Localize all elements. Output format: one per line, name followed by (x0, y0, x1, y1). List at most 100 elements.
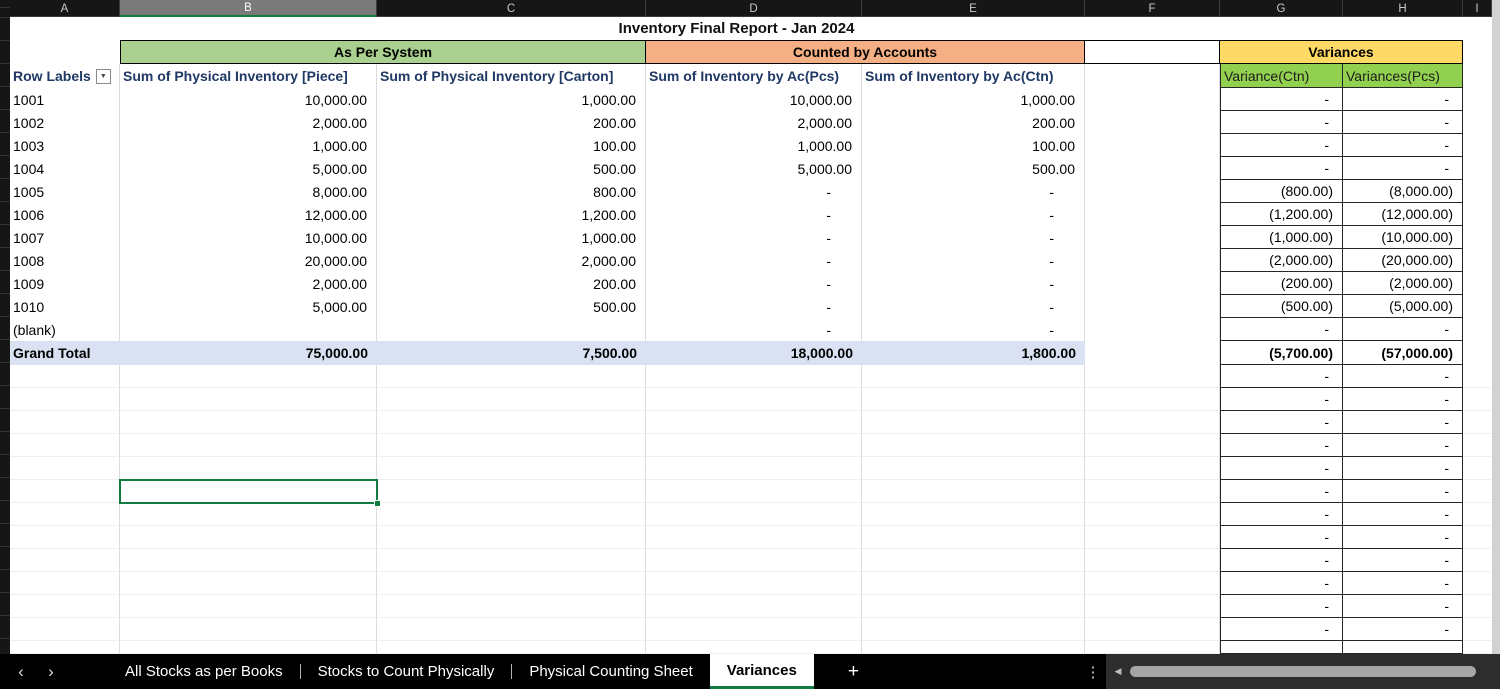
empty-cell[interactable] (1085, 618, 1220, 641)
selected-cell[interactable] (119, 479, 381, 507)
sys-cartons-cell[interactable]: 1,200.00 (377, 203, 646, 226)
acc-pcs-cell[interactable]: - (646, 180, 862, 203)
acc-pcs-cell[interactable]: - (646, 295, 862, 318)
variance-pcs-cell[interactable]: - (1343, 595, 1463, 618)
variance-pcs-cell[interactable]: - (1343, 572, 1463, 595)
empty-cell[interactable] (377, 618, 646, 641)
empty-cell[interactable] (1085, 411, 1220, 434)
variance-ctn-cell[interactable]: - (1220, 157, 1343, 180)
empty-cell[interactable] (1085, 526, 1220, 549)
empty-cell[interactable] (10, 388, 120, 411)
empty-cell[interactable] (10, 641, 120, 654)
empty-cell[interactable] (1085, 272, 1220, 295)
empty-cell[interactable] (1463, 641, 1492, 654)
empty-cell[interactable] (1085, 641, 1220, 654)
empty-cell[interactable] (120, 388, 377, 411)
variance-ctn-cell[interactable]: - (1220, 88, 1343, 111)
variance-ctn-cell[interactable]: - (1220, 318, 1343, 341)
empty-cell[interactable] (377, 503, 646, 526)
empty-cell[interactable] (1463, 295, 1492, 318)
empty-cell[interactable] (10, 549, 120, 572)
empty-cell[interactable] (862, 434, 1085, 457)
variance-pcs-cell[interactable]: - (1343, 157, 1463, 180)
empty-cell[interactable] (862, 572, 1085, 595)
acc-ctn-cell[interactable]: 100.00 (862, 134, 1085, 157)
empty-cell[interactable] (646, 365, 862, 388)
row-label-cell[interactable]: 1010 (10, 295, 120, 318)
empty-cell[interactable] (862, 549, 1085, 572)
empty-cell[interactable] (1463, 40, 1492, 64)
acc-ctn-cell[interactable]: - (862, 180, 1085, 203)
acc-ctn-cell[interactable]: - (862, 272, 1085, 295)
empty-cell[interactable] (120, 595, 377, 618)
empty-cell[interactable] (1085, 595, 1220, 618)
column-header-g[interactable]: G (1220, 0, 1343, 17)
sys-pieces-cell[interactable]: 10,000.00 (120, 88, 377, 111)
empty-cell[interactable] (1463, 480, 1492, 503)
row-label-cell[interactable]: (blank) (10, 318, 120, 341)
variance-pcs-cell[interactable]: - (1343, 480, 1463, 503)
variance-ctn-cell[interactable]: - (1220, 388, 1343, 411)
variance-pcs-cell[interactable]: - (1343, 549, 1463, 572)
header-sys-cartons[interactable]: Sum of Physical Inventory [Carton] (377, 64, 646, 88)
grand-total-sys-cartons[interactable]: 7,500.00 (377, 341, 646, 365)
row-label-cell[interactable]: 1003 (10, 134, 120, 157)
acc-pcs-cell[interactable]: 1,000.00 (646, 134, 862, 157)
empty-cell[interactable] (646, 549, 862, 572)
empty-cell[interactable] (1463, 549, 1492, 572)
sys-cartons-cell[interactable]: 2,000.00 (377, 249, 646, 272)
empty-cell[interactable] (646, 411, 862, 434)
variance-pcs-cell[interactable]: - (1343, 526, 1463, 549)
empty-cell[interactable] (1085, 226, 1220, 249)
variance-pcs-cell[interactable]: (12,000.00) (1343, 203, 1463, 226)
empty-cell[interactable] (646, 526, 862, 549)
acc-ctn-cell[interactable]: - (862, 249, 1085, 272)
row-label-cell[interactable]: 1005 (10, 180, 120, 203)
tab-physical-counting-sheet[interactable]: Physical Counting Sheet (512, 654, 709, 689)
empty-cell[interactable] (1085, 88, 1220, 111)
empty-cell[interactable] (1085, 365, 1220, 388)
empty-cell[interactable] (1463, 157, 1492, 180)
empty-cell[interactable] (1220, 641, 1343, 654)
empty-cell[interactable] (1085, 111, 1220, 134)
sys-cartons-cell[interactable] (377, 318, 646, 341)
empty-cell[interactable] (10, 365, 120, 388)
variance-pcs-cell[interactable]: (20,000.00) (1343, 249, 1463, 272)
column-header-f[interactable]: F (1085, 0, 1220, 17)
sys-pieces-cell[interactable]: 12,000.00 (120, 203, 377, 226)
empty-cell[interactable] (1463, 203, 1492, 226)
empty-cell[interactable] (1085, 572, 1220, 595)
sys-pieces-cell[interactable]: 1,000.00 (120, 134, 377, 157)
acc-ctn-cell[interactable]: - (862, 318, 1085, 341)
variance-pcs-cell[interactable]: - (1343, 318, 1463, 341)
sys-cartons-cell[interactable]: 800.00 (377, 180, 646, 203)
header-variance-ctn[interactable]: Variance(Ctn) (1220, 64, 1343, 88)
empty-cell[interactable] (862, 480, 1085, 503)
sys-pieces-cell[interactable]: 5,000.00 (120, 295, 377, 318)
sys-pieces-cell[interactable]: 2,000.00 (120, 111, 377, 134)
acc-pcs-cell[interactable]: - (646, 318, 862, 341)
empty-cell[interactable] (10, 411, 120, 434)
empty-cell[interactable] (120, 457, 377, 480)
empty-cell[interactable] (646, 480, 862, 503)
header-variance-pcs[interactable]: Variances(Pcs) (1343, 64, 1463, 88)
empty-cell[interactable] (1343, 641, 1463, 654)
sys-cartons-cell[interactable]: 100.00 (377, 134, 646, 157)
empty-cell[interactable] (120, 572, 377, 595)
empty-cell[interactable] (377, 641, 646, 654)
empty-cell[interactable] (1085, 295, 1220, 318)
variance-pcs-cell[interactable]: - (1343, 134, 1463, 157)
variance-ctn-cell[interactable]: - (1220, 572, 1343, 595)
empty-cell[interactable] (120, 503, 377, 526)
variance-ctn-cell[interactable]: - (1220, 411, 1343, 434)
empty-cell[interactable] (377, 480, 646, 503)
empty-cell[interactable] (120, 411, 377, 434)
empty-cell[interactable] (862, 457, 1085, 480)
sheet-nav-right-icon[interactable]: › (36, 654, 66, 689)
empty-cell[interactable] (10, 572, 120, 595)
empty-cell[interactable] (10, 503, 120, 526)
acc-pcs-cell[interactable]: - (646, 272, 862, 295)
empty-cell[interactable] (1085, 318, 1220, 341)
variance-ctn-cell[interactable]: - (1220, 457, 1343, 480)
add-sheet-button[interactable]: + (832, 654, 875, 689)
